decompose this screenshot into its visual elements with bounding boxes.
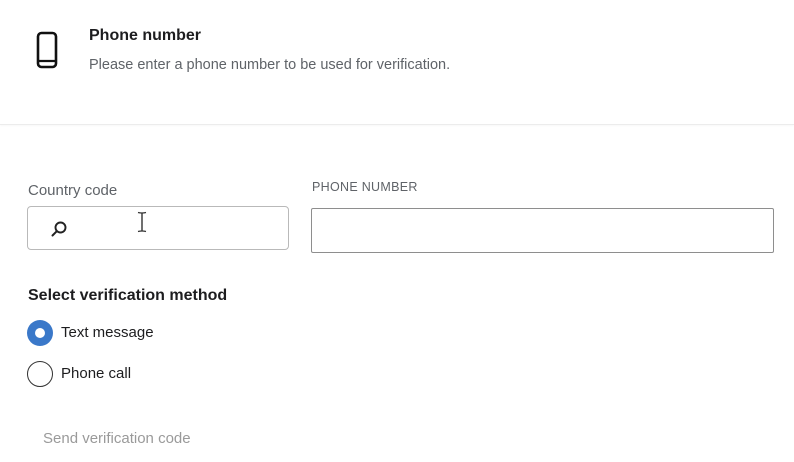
phone-number-header: Phone number Please enter a phone number…: [0, 0, 794, 125]
radio-option-phone-call[interactable]: Phone call: [27, 361, 157, 387]
text-message-label: Text message: [61, 324, 154, 341]
smartphone-icon: [36, 31, 58, 69]
header-subtitle: Please enter a phone number to be used f…: [89, 57, 451, 73]
text-cursor-icon: [137, 211, 147, 233]
radio-option-text-message[interactable]: Text message: [27, 320, 177, 346]
verification-method-heading: Select verification method: [28, 287, 228, 304]
phone-number-label: PHONE NUMBER: [312, 180, 418, 194]
phone-call-label: Phone call: [61, 365, 132, 382]
send-verification-code-button[interactable]: Send verification code: [43, 430, 191, 447]
search-icon: [51, 221, 67, 237]
country-code-label: Country code: [28, 182, 118, 199]
phone-call-radio[interactable]: [27, 361, 53, 387]
text-message-radio[interactable]: [27, 320, 53, 346]
country-code-search-input[interactable]: [27, 206, 289, 250]
header-title: Phone number: [89, 27, 202, 44]
phone-verification-page: Phone number Please enter a phone number…: [0, 0, 794, 462]
phone-number-input[interactable]: [311, 208, 774, 253]
